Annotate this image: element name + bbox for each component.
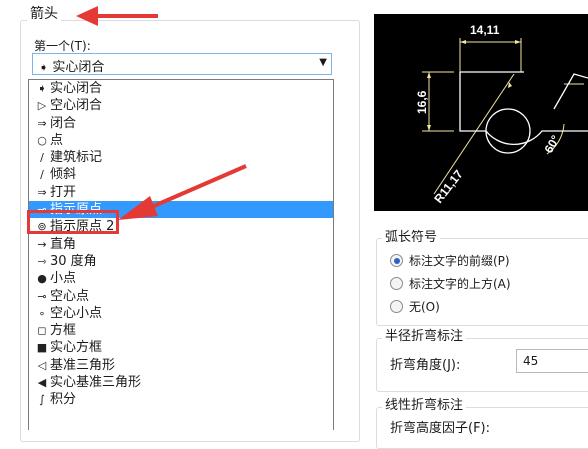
right-angle-icon: → [37,237,47,251]
arch-tick-icon: ∕ [40,151,44,165]
arrowheads-group-title: 箭头 [27,6,61,22]
preview-dim-left: 16,6 [415,90,429,114]
arrow-option-label: 实心方框 [50,340,103,356]
arrow-option-item[interactable]: ■ 实心方框 [29,339,333,356]
arc-length-radio-label: 标注文字的前缀(P) [409,254,510,268]
radio-indicator[interactable] [390,277,403,290]
angle-30-icon: ⇾ [37,254,47,268]
arrow-option-item[interactable]: ◁ 基准三角形 [29,357,333,374]
oblique-icon: ∕ [40,168,44,182]
arrow-option-label: 空心闭合 [50,98,103,114]
arc-length-radio-label: 标注文字的上方(A) [409,277,511,291]
filled-arrow-icon: ➧ [39,61,49,74]
arrow-option-label: 倾斜 [50,167,77,183]
datum-triangle-icon: ◁ [37,358,47,372]
arrow-option-label: 空心小点 [50,305,103,321]
arrow-option-item[interactable]: ⇾ 30 度角 [29,253,333,270]
arc-length-radio[interactable]: 标注文字的上方(A) [390,275,511,292]
arrow-option-label: 30 度角 [50,253,97,269]
datum-triangle-filled-icon: ◀ [37,376,47,390]
arrow-option-label: 积分 [50,392,77,408]
arrow-option-item[interactable]: ● 小点 [29,270,333,287]
arrow-option-item[interactable]: ○ 点 [29,132,333,149]
dot-icon: ○ [37,133,47,147]
arrow-option-item[interactable]: ◀ 实心基准三角形 [29,374,333,391]
arrow-option-label: 实心闭合 [50,81,103,96]
arrow-option-label: 空心点 [50,288,90,304]
chevron-down-icon[interactable]: ▼ [319,57,327,68]
arrow-option-label: 点 [50,132,64,148]
closed-arrow-icon: ⇒ [37,116,47,130]
first-arrow-selected-value: ➧ 实心闭合 [39,60,105,75]
open-icon: ⇒ [37,185,47,199]
jog-angle-input[interactable]: 45 [516,349,588,373]
open-arrow-icon: ▷ [37,99,47,113]
arc-length-radio[interactable]: 标注文字的前缀(P) [390,252,510,269]
small-dot-icon: ● [37,272,47,286]
arrow-option-label: 小点 [50,271,77,287]
preview-dim-top: 14,11 [470,23,500,37]
arc-length-title: 弧长符号 [382,230,441,246]
dot-small-blank-icon: ∘ [38,306,46,320]
annotation-arrow-top [76,6,158,26]
box-icon: ◻ [37,324,47,338]
annotation-arrow-diagonal [118,164,247,220]
radio-indicator[interactable] [390,300,403,313]
arrow-option-item[interactable]: ➧ 实心闭合 [29,80,333,97]
radius-jog-title: 半径折弯标注 [382,329,467,345]
arc-length-radio-label: 无(O) [409,300,440,314]
annotation-highlight-box [27,210,119,234]
arc-length-radio[interactable]: 无(O) [390,298,440,315]
jog-angle-label: 折弯角度(J): [390,358,461,373]
linear-jog-title: 线性折弯标注 [382,398,467,414]
radio-indicator[interactable] [390,254,403,267]
arrow-option-label: 方框 [50,323,77,339]
arrow-option-label: 打开 [50,184,77,200]
arrow-option-label: 直角 [50,236,77,252]
integral-icon: ∫ [39,393,45,407]
arrow-option-label: 基准三角形 [50,357,116,373]
arrow-option-item[interactable]: ⇒ 闭合 [29,115,333,132]
arrow-option-label: 闭合 [50,115,77,131]
arrow-dropdown-list[interactable]: ➧ 实心闭合 ▷ 空心闭合 ⇒ 闭合 ○ 点 ∕ 建筑标记 ∕ 倾斜 ⇒ 打开 ⊸ 指示原点 ⊚ 指示原点 2 → 直… [28,79,334,430]
filled-arrow-icon: ➧ [37,82,47,95]
arrow-option-label: 实心基准三角形 [50,375,142,391]
arrow-option-item[interactable]: ⊸ 空心点 [29,288,333,305]
arrow-option-item[interactable]: ▷ 空心闭合 [29,97,333,114]
arrow-option-item[interactable]: ∘ 空心小点 [29,305,333,322]
arrow-option-item[interactable]: ∫ 积分 [29,391,333,408]
box-filled-icon: ■ [36,341,48,355]
first-arrow-label: 第一个(T): [34,39,91,53]
arrow-option-item[interactable]: ◻ 方框 [29,322,333,339]
arrow-option-item[interactable]: → 直角 [29,236,333,253]
dimension-preview: 14,11 16,6 60° R11,17 [374,14,588,211]
first-arrow-select[interactable]: ➧ 实心闭合 ▼ [32,53,332,75]
arrow-option-label: 建筑标记 [50,150,103,166]
preview-drawing: 14,11 16,6 60° R11,17 [415,23,588,206]
dot-blank-icon: ⊸ [37,289,47,303]
jog-height-label: 折弯高度因子(F): [390,421,491,436]
preview-dim-angle: 60° [541,133,562,156]
